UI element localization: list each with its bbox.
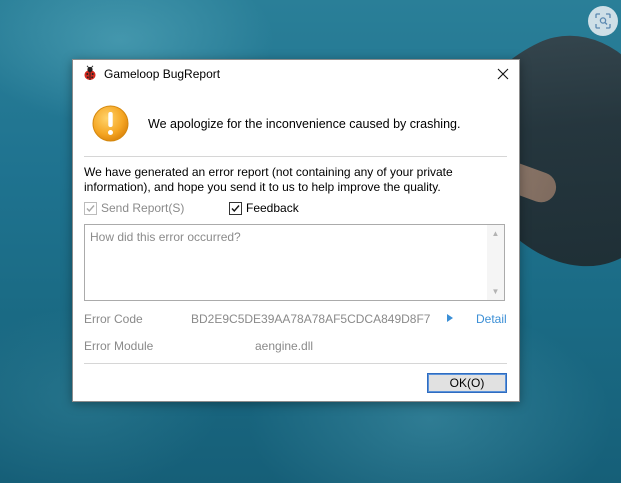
feedback-label: Feedback (246, 201, 299, 215)
divider-bottom (84, 363, 507, 364)
warning-icon (92, 105, 129, 142)
scroll-up-icon[interactable]: ▲ (487, 225, 504, 242)
feedback-textarea[interactable]: How did this error occurred? ▲ ▼ (84, 224, 505, 301)
feedback-checkbox-box[interactable] (229, 201, 242, 215)
close-icon (497, 68, 509, 80)
textarea-scrollbar[interactable]: ▲ ▼ (487, 225, 504, 300)
close-button[interactable] (493, 64, 513, 84)
send-report-label: Send Report(S) (101, 201, 185, 215)
checkmark-icon (86, 204, 95, 212)
checkmark-icon (231, 204, 240, 212)
error-module-value: aengine.dll (255, 339, 314, 353)
bug-report-dialog: Gameloop BugReport We apologize for the … (72, 59, 520, 402)
feedback-placeholder: How did this error occurred? (90, 230, 241, 244)
description-text: We have generated an error report (not c… (84, 165, 453, 194)
scroll-down-icon[interactable]: ▼ (487, 283, 504, 300)
play-triangle-icon[interactable] (447, 314, 453, 322)
error-module-label: Error Module (84, 339, 154, 353)
ok-button[interactable]: OK(O) (427, 373, 507, 393)
scan-icon (595, 13, 611, 29)
error-code-value: BD2E9C5DE39AA78A78AF5CDCA849D8F7 (191, 312, 431, 326)
scan-button[interactable] (588, 6, 618, 36)
error-code-label: Error Code (84, 312, 143, 326)
app-ladybug-icon (84, 65, 96, 80)
send-report-checkbox-box[interactable] (84, 201, 97, 215)
title-bar: Gameloop BugReport (73, 60, 519, 88)
headline-text: We apologize for the inconvenience cause… (148, 117, 461, 131)
feedback-checkbox[interactable]: Feedback (229, 201, 299, 215)
detail-link[interactable]: Detail (476, 312, 507, 326)
divider-top (84, 156, 507, 157)
send-report-checkbox[interactable]: Send Report(S) (84, 201, 184, 215)
dialog-title: Gameloop BugReport (104, 67, 221, 81)
